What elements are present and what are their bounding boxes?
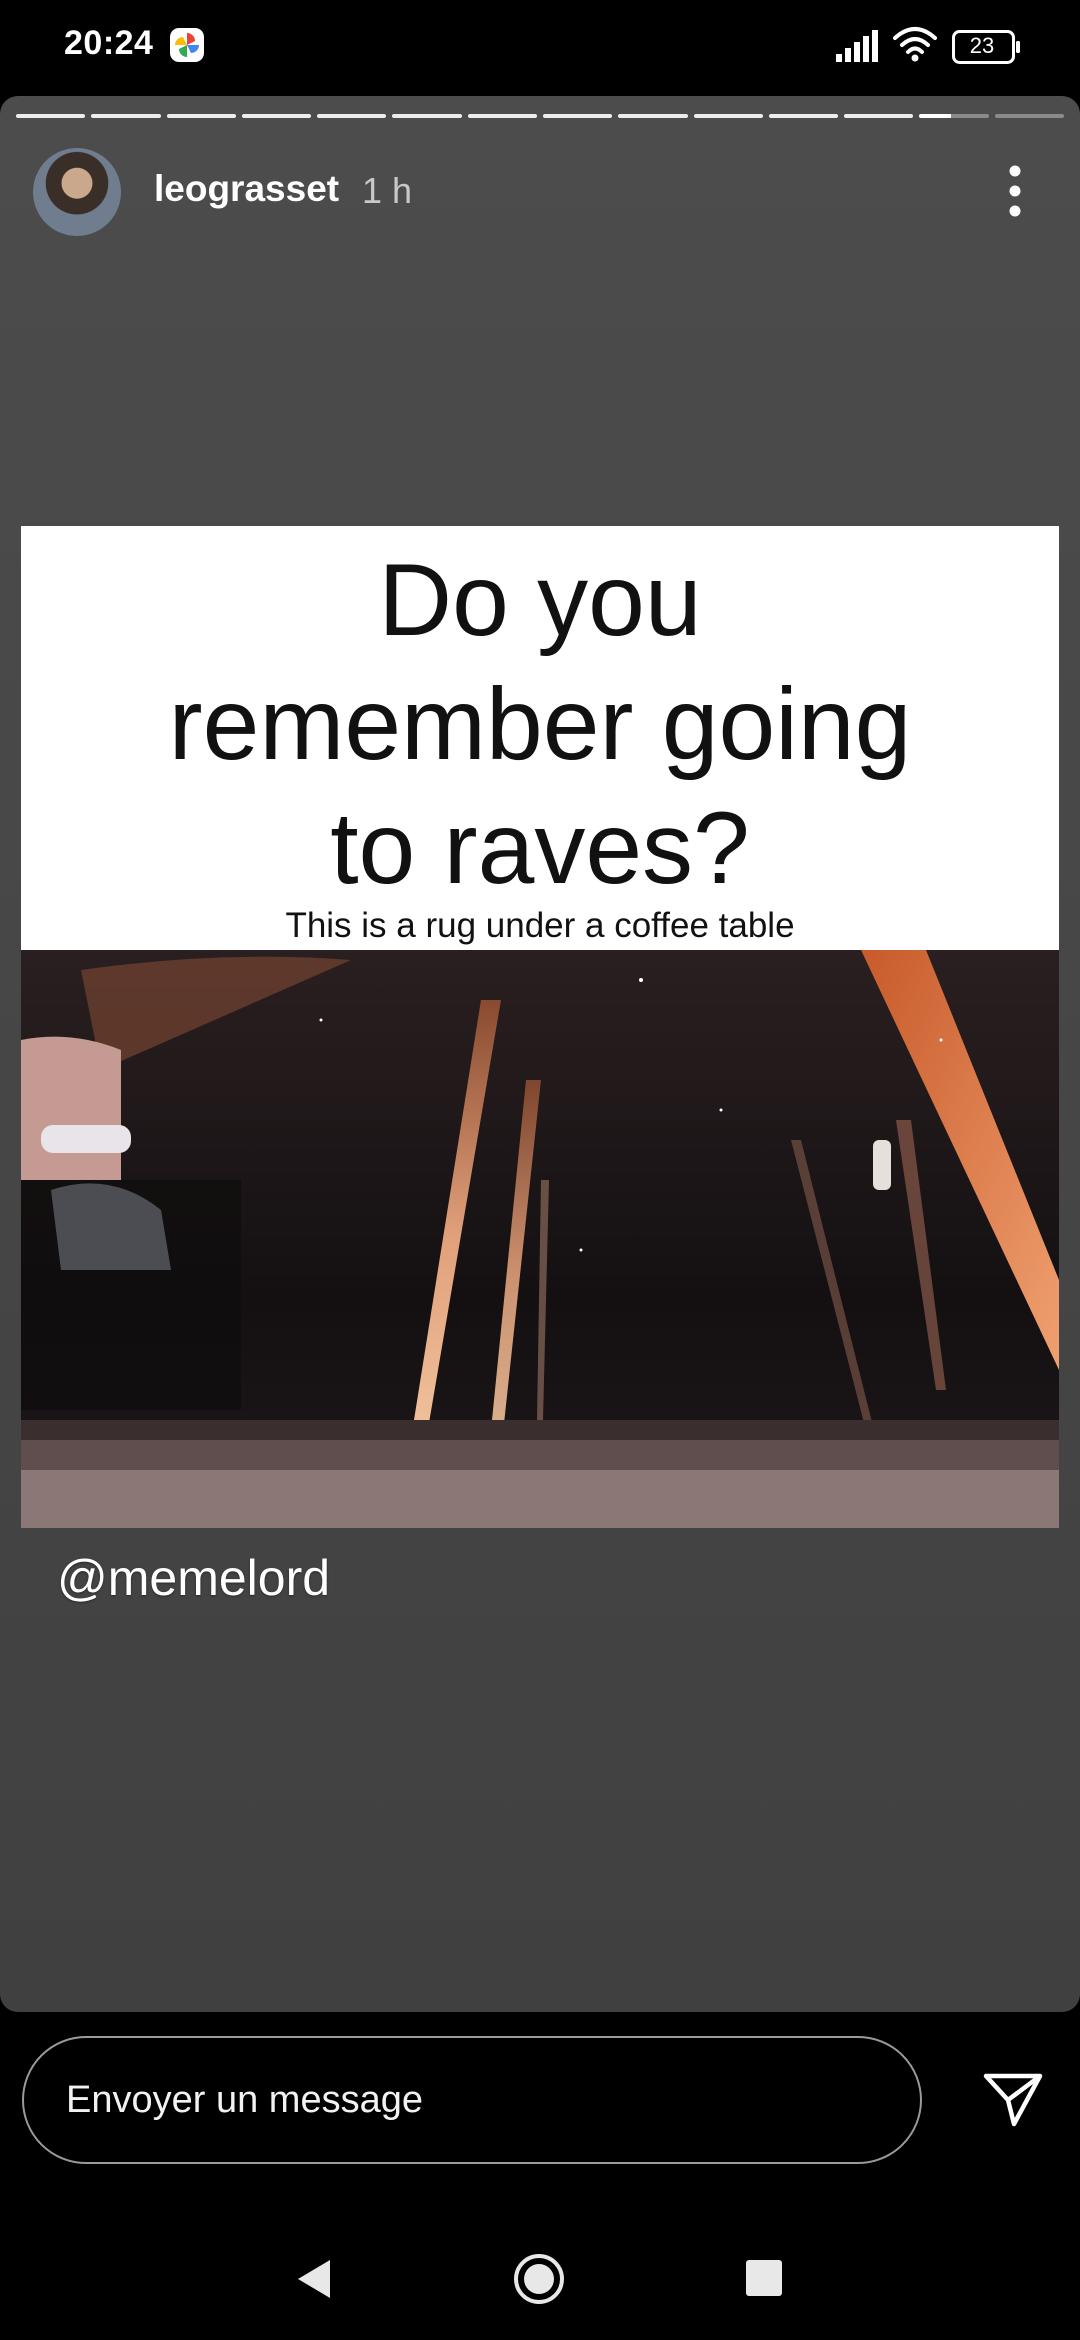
meme-title: Do you remember going to raves? [21, 538, 1059, 910]
progress-segment [994, 114, 1064, 118]
progress-segment [16, 114, 86, 118]
progress-segment [768, 114, 839, 118]
meme-title-line: Do you [378, 543, 702, 657]
battery-level: 23 [969, 33, 995, 58]
meme-photo [21, 950, 1059, 1528]
progress-segment [317, 114, 387, 118]
more-vertical-icon[interactable] [1000, 156, 1030, 226]
progress-segment [241, 114, 312, 118]
meme-caption-area: Do you remember going to raves? This is … [21, 526, 1059, 950]
progress-segment-fill [919, 114, 951, 118]
progress-segment [467, 114, 537, 118]
story-progress-bar [16, 114, 1064, 118]
google-photos-icon [170, 28, 204, 62]
story-viewer[interactable]: leograsset 1 h Do you remember going to … [0, 96, 1080, 2012]
avatar[interactable] [33, 148, 121, 236]
progress-segment [392, 114, 462, 118]
home-icon[interactable] [512, 2252, 566, 2306]
signal-icon [836, 30, 878, 62]
progress-segment [91, 114, 161, 118]
status-time: 20:24 [64, 24, 154, 62]
story-time-ago: 1 h [362, 170, 413, 211]
back-icon[interactable] [294, 2256, 334, 2302]
system-nav-bar [0, 2220, 1080, 2340]
mention-sticker[interactable]: @memelord [57, 1549, 330, 1607]
send-icon[interactable] [982, 2070, 1044, 2128]
story-image: Do you remember going to raves? This is … [21, 526, 1059, 1528]
meme-title-line: remember going [168, 667, 912, 781]
progress-segment [618, 114, 688, 118]
recents-icon[interactable] [746, 2260, 782, 2296]
progress-segment [542, 114, 613, 118]
message-input[interactable] [22, 2036, 922, 2164]
progress-segment [693, 114, 763, 118]
story-username[interactable]: leograsset [154, 168, 339, 210]
wifi-icon [893, 27, 937, 62]
progress-segment [919, 114, 989, 118]
progress-segment [844, 114, 914, 118]
meme-subtitle: This is a rug under a coffee table [285, 906, 795, 945]
progress-segment [166, 114, 236, 118]
meme-title-line: to raves? [330, 791, 750, 905]
status-bar: 20:24 23 [0, 0, 1080, 96]
